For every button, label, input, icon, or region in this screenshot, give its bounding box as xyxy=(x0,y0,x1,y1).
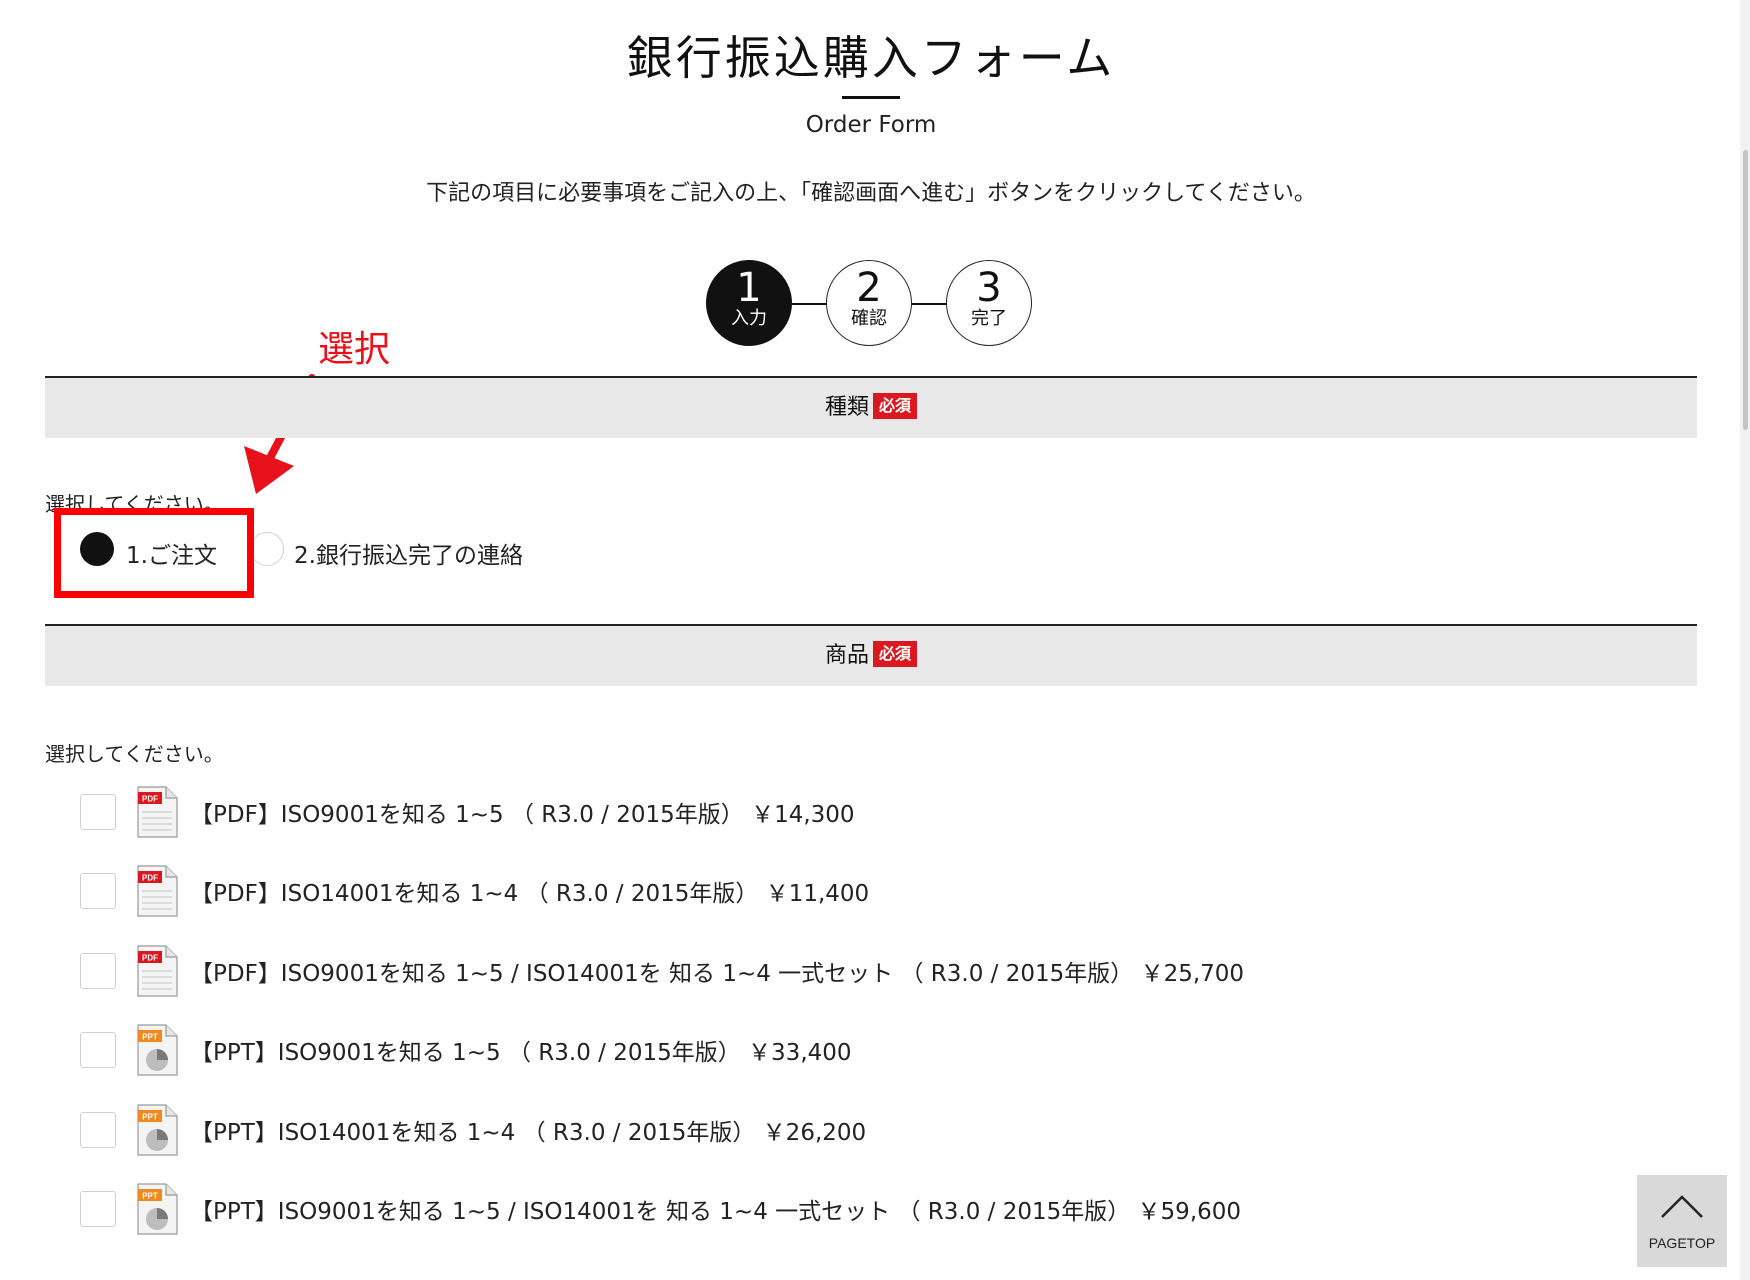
product-label[interactable]: 【PDF】ISO9001を知る 1~5 / ISO14001を 知る 1~4 一… xyxy=(190,954,1244,988)
ppt-file-icon: PPT xyxy=(137,1104,178,1156)
svg-text:PPT: PPT xyxy=(142,1192,158,1201)
progress-stepper: 1 入力 2 確認 3 完了 xyxy=(706,260,1036,350)
step-2-confirm: 2 確認 xyxy=(826,260,912,346)
step-connector xyxy=(792,303,828,305)
page-title: 銀行振込購入フォーム xyxy=(626,31,1116,85)
pagetop-label: PAGETOP xyxy=(1648,1235,1716,1251)
step-number: 2 xyxy=(856,265,882,311)
product-label[interactable]: 【PDF】ISO9001を知る 1~5 （ R3.0 / 2015年版） ￥14… xyxy=(190,795,855,829)
ppt-file-icon: PPT xyxy=(137,1183,178,1235)
svg-text:PDF: PDF xyxy=(142,795,158,804)
svg-text:PPT: PPT xyxy=(142,1113,158,1122)
step-label: 完了 xyxy=(971,308,1007,329)
annotation-label: 選択 xyxy=(318,329,391,370)
required-badge: 必須 xyxy=(873,393,918,419)
product-label[interactable]: 【PPT】ISO14001を知る 1~4 （ R3.0 / 2015年版） ￥2… xyxy=(190,1113,866,1147)
product-checkbox[interactable] xyxy=(80,1112,116,1148)
product-section-header: 商品 必須 xyxy=(45,624,1697,686)
step-1-input: 1 入力 xyxy=(706,260,792,346)
pdf-file-icon: PDF xyxy=(137,945,178,997)
product-label[interactable]: 【PPT】ISO9001を知る 1~5 （ R3.0 / 2015年版） ￥33… xyxy=(190,1033,852,1067)
product-label[interactable]: 【PPT】ISO9001を知る 1~5 / ISO14001を 知る 1~4 一… xyxy=(190,1192,1241,1226)
product-checkbox[interactable] xyxy=(80,1191,116,1227)
step-number: 3 xyxy=(976,265,1002,311)
pagetop-button[interactable]: PAGETOP xyxy=(1637,1175,1727,1267)
type-section-title: 種類 xyxy=(824,395,869,420)
pdf-file-icon: PDF xyxy=(137,865,178,917)
required-badge: 必須 xyxy=(873,641,918,667)
form-instruction: 下記の項目に必要事項をご記入の上、「確認画面へ進む」ボタンをクリックしてください… xyxy=(426,181,1316,206)
radio-transfer-complete[interactable] xyxy=(250,532,284,566)
product-checkbox[interactable] xyxy=(80,794,116,830)
step-3-complete: 3 完了 xyxy=(946,260,1032,346)
type-section-header: 種類 必須 xyxy=(45,376,1697,438)
svg-text:PPT: PPT xyxy=(142,1033,158,1042)
svg-text:PDF: PDF xyxy=(142,954,158,963)
page-subtitle: Order Form xyxy=(805,112,937,138)
product-label[interactable]: 【PDF】ISO14001を知る 1~4 （ R3.0 / 2015年版） ￥1… xyxy=(190,874,869,908)
chevron-up-icon xyxy=(1661,1195,1703,1218)
pdf-file-icon: PDF xyxy=(137,786,178,838)
product-checkbox[interactable] xyxy=(80,873,116,909)
step-number: 1 xyxy=(736,265,762,311)
product-checkbox[interactable] xyxy=(80,1032,116,1068)
scrollbar-thumb[interactable] xyxy=(1743,150,1748,430)
product-section-title: 商品 xyxy=(824,643,869,668)
title-underline xyxy=(842,96,900,99)
product-prompt: 選択してください。 xyxy=(45,742,224,766)
annotation-highlight-box xyxy=(54,508,254,598)
svg-text:PDF: PDF xyxy=(142,874,158,883)
product-checkbox[interactable] xyxy=(80,953,116,989)
step-label: 確認 xyxy=(851,308,887,329)
step-connector xyxy=(912,303,948,305)
radio-transfer-complete-label[interactable]: 2.銀行振込完了の連絡 xyxy=(294,536,523,570)
step-label: 入力 xyxy=(731,308,767,329)
ppt-file-icon: PPT xyxy=(137,1024,178,1076)
